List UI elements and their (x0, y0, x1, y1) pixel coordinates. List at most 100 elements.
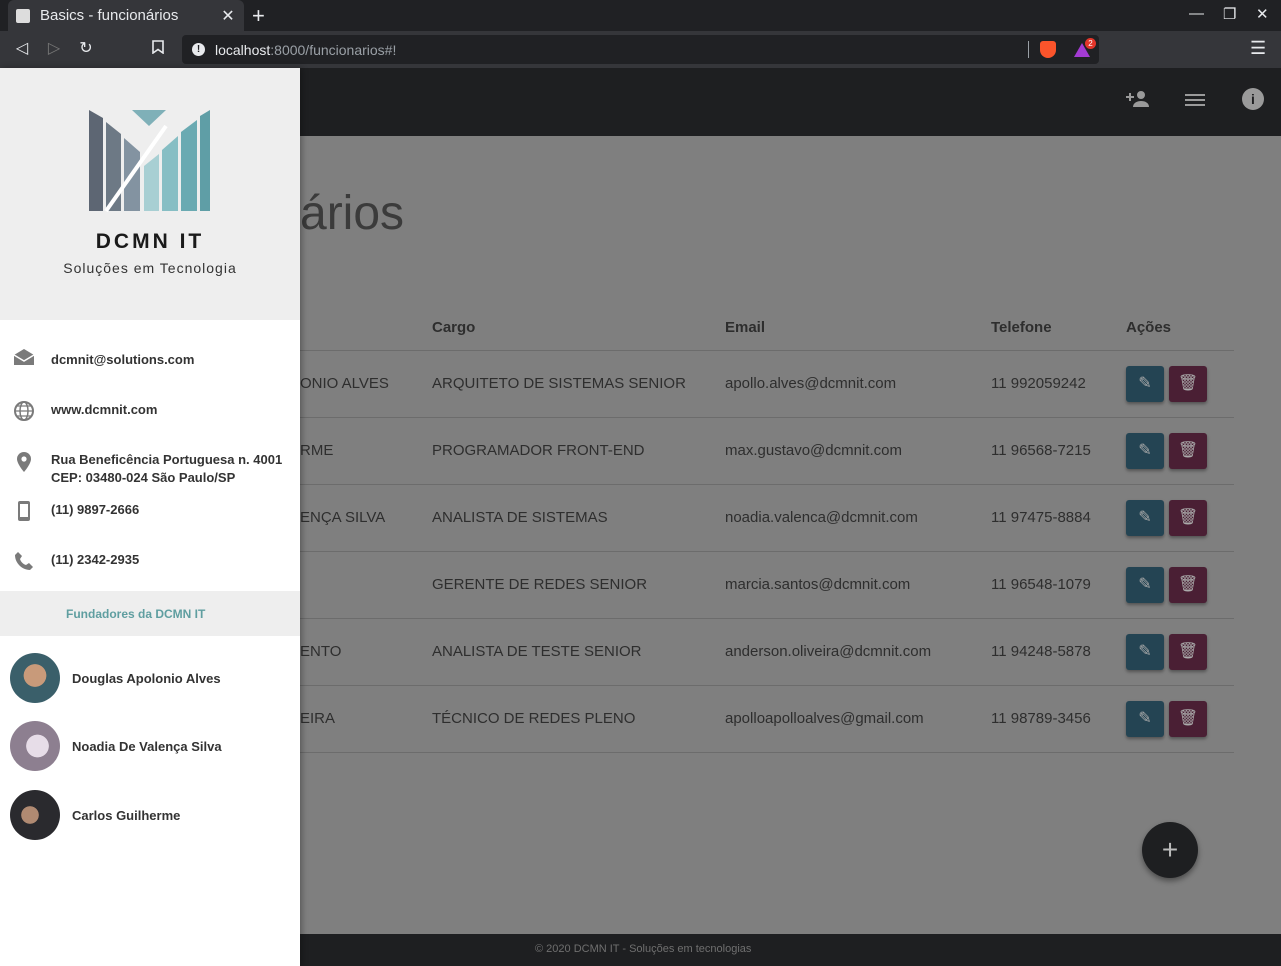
tab-close-icon[interactable]: ✕ (218, 6, 238, 26)
bookmark-icon[interactable] (147, 38, 169, 60)
dcmn-logo (89, 110, 210, 212)
delete-icon: 🗑 (1177, 508, 1199, 526)
cell-cargo: PROGRAMADOR FRONT-END (432, 417, 725, 485)
site-info-icon[interactable]: ! (192, 43, 205, 56)
cell-cargo: ANALISTA DE TESTE SENIOR (432, 618, 725, 686)
cell-actions: ✎ 🗑 (1126, 685, 1234, 753)
delete-icon: 🗑 (1177, 709, 1199, 727)
cell-cargo: TÉCNICO DE REDES PLENO (432, 685, 725, 753)
forward-icon[interactable]: ▷ (43, 38, 65, 60)
new-tab-button[interactable]: + (252, 3, 265, 29)
back-icon[interactable]: ◁ (11, 38, 33, 60)
founder-item[interactable]: Douglas Apolonio Alves (0, 650, 300, 706)
footer-text: © 2020 DCMN IT - Soluções em tecnologias (535, 943, 752, 955)
rewards-badge: 2 (1085, 38, 1096, 49)
browser-tab[interactable]: Basics - funcionários ✕ (8, 0, 244, 31)
delete-button[interactable]: 🗑 (1169, 633, 1207, 670)
cell-email: noadia.valenca@dcmnit.com (725, 484, 991, 552)
edit-button[interactable]: ✎ (1126, 633, 1164, 670)
cell-actions: ✎ 🗑 (1126, 417, 1234, 485)
cell-email: apolloapolloalves@gmail.com (725, 685, 991, 753)
delete-icon: 🗑 (1177, 642, 1199, 660)
contact-email-text: dcmnit@solutions.com (51, 352, 195, 367)
table-row: GERENTE DE REDES SENIOR marcia.santos@dc… (170, 551, 1234, 619)
phone-icon (13, 551, 35, 573)
page-title: ários (300, 187, 405, 240)
cell-actions: ✎ 🗑 (1126, 551, 1234, 619)
delete-icon: 🗑 (1177, 374, 1199, 392)
brand-name: DCMN IT (95, 230, 205, 253)
browser-menu-icon[interactable]: ☰ (1250, 38, 1266, 59)
founder-name: Douglas Apolonio Alves (72, 671, 221, 686)
globe-icon (13, 400, 35, 422)
contact-phone-text: (11) 2342-2935 (51, 552, 140, 567)
edit-button[interactable]: ✎ (1126, 365, 1164, 402)
founders-title: Fundadores da DCMN IT (66, 607, 206, 621)
smartphone-icon (13, 500, 35, 522)
favicon-icon (16, 8, 30, 23)
edit-icon: ✎ (1138, 709, 1152, 727)
window-close-icon[interactable]: ✕ (1256, 5, 1269, 23)
cell-cargo: GERENTE DE REDES SENIOR (432, 551, 725, 619)
cell-cargo: ANALISTA DE SISTEMAS (432, 484, 725, 552)
cell-email: apollo.alves@dcmnit.com (725, 350, 991, 418)
edit-icon: ✎ (1138, 642, 1152, 660)
contact-mobile-text: (11) 9897-2666 (51, 502, 140, 517)
edit-button[interactable]: ✎ (1126, 700, 1164, 737)
delete-button[interactable]: 🗑 (1169, 365, 1207, 402)
delete-icon: 🗑 (1177, 575, 1199, 593)
location-pin-icon (13, 451, 35, 473)
edit-icon: ✎ (1138, 441, 1152, 459)
founders-header: Fundadores da DCMN IT (0, 591, 300, 636)
delete-button[interactable]: 🗑 (1169, 700, 1207, 737)
edit-button[interactable]: ✎ (1126, 499, 1164, 536)
browser-tabbar: Basics - funcionários ✕ + — ❐ ✕ (0, 0, 1281, 31)
mail-icon (13, 348, 35, 370)
cell-actions: ✎ 🗑 (1126, 618, 1234, 686)
edit-button[interactable]: ✎ (1126, 566, 1164, 603)
avatar (10, 790, 60, 840)
cell-cargo: ARQUITETO DE SISTEMAS SENIOR (432, 350, 725, 418)
cell-telefone: 11 96548-1079 (991, 551, 1126, 619)
table-row: ENTO ANALISTA DE TESTE SENIOR anderson.o… (170, 618, 1234, 686)
table-header-row: Cargo Email Telefone Ações (170, 306, 1234, 351)
edit-button[interactable]: ✎ (1126, 432, 1164, 469)
table-row: EIRA TÉCNICO DE REDES PLENO apolloapollo… (170, 685, 1234, 753)
minimize-icon[interactable]: — (1189, 5, 1204, 22)
delete-button[interactable]: 🗑 (1169, 499, 1207, 536)
delete-button[interactable]: 🗑 (1169, 566, 1207, 603)
info-icon[interactable]: i (1242, 88, 1264, 110)
contact-address-line1: Rua Beneficência Portuguesa n. 4001 (51, 452, 283, 467)
url-text: localhost:8000/funcionarios#! (215, 42, 397, 58)
contact-address-line2: CEP: 03480-024 São Paulo/SP (51, 470, 236, 485)
person-add-icon[interactable] (1126, 88, 1152, 114)
tab-title: Basics - funcionários (40, 7, 179, 24)
founder-name: Noadia De Valença Silva (72, 739, 222, 754)
add-icon: + (1161, 834, 1179, 865)
employees-table: Cargo Email Telefone Ações ONIO ALVES AR… (170, 306, 1234, 753)
restore-icon[interactable]: ❐ (1223, 5, 1236, 23)
brand-header: DCMN IT Soluções em Tecnologia (0, 68, 300, 320)
add-employee-button[interactable]: + (1142, 822, 1198, 878)
cell-actions: ✎ 🗑 (1126, 484, 1234, 552)
cell-telefone: 11 97475-8884 (991, 484, 1126, 552)
reload-icon[interactable]: ↻ (75, 38, 97, 60)
header-acoes: Ações (1126, 306, 1234, 351)
founder-item[interactable]: Carlos Guilherme (0, 787, 300, 843)
menu-icon[interactable] (1185, 88, 1205, 114)
header-cargo: Cargo (432, 306, 725, 351)
delete-button[interactable]: 🗑 (1169, 432, 1207, 469)
brave-shields-icon[interactable] (1040, 41, 1056, 58)
contact-website-text: www.dcmnit.com (51, 402, 158, 417)
cell-telefone: 11 96568-7215 (991, 417, 1126, 485)
cell-actions: ✎ 🗑 (1126, 350, 1234, 418)
url-separator (1028, 41, 1029, 58)
founder-item[interactable]: Noadia De Valença Silva (0, 718, 300, 774)
cell-email: max.gustavo@dcmnit.com (725, 417, 991, 485)
table-row: RME PROGRAMADOR FRONT-END max.gustavo@dc… (170, 417, 1234, 485)
avatar (10, 653, 60, 703)
address-bar[interactable]: ! localhost:8000/funcionarios#! 2 (182, 35, 1099, 64)
cell-telefone: 11 992059242 (991, 350, 1126, 418)
brand-tagline: Soluções em Tecnologia (63, 260, 237, 276)
cell-email: anderson.oliveira@dcmnit.com (725, 618, 991, 686)
